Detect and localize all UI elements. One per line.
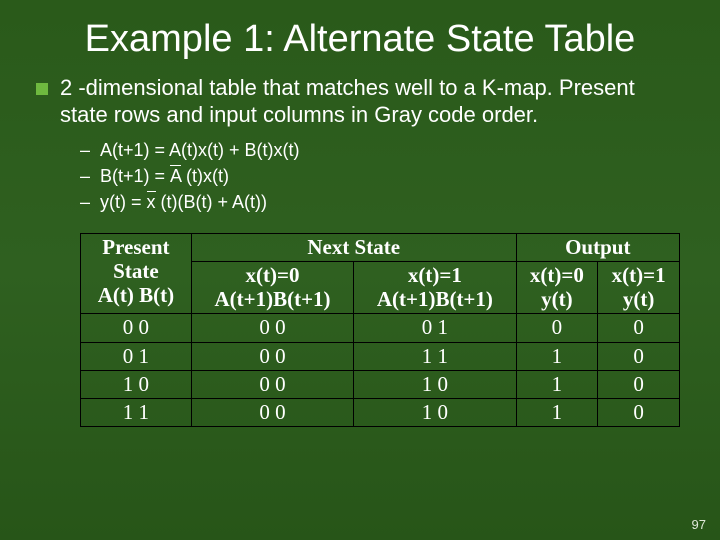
page-number: 97: [692, 517, 706, 532]
equation-2: –B(t+1) = A (t)x(t): [80, 163, 684, 189]
col-ns-x1: x(t)=1A(t+1)B(t+1): [354, 262, 516, 314]
slide-title: Example 1: Alternate State Table: [0, 0, 720, 70]
col-ns-x0: x(t)=0A(t+1)B(t+1): [191, 262, 353, 314]
equation-3: –y(t) = x (t)(B(t) + A(t)): [80, 189, 684, 215]
table-row: 0 10 01 110: [81, 342, 680, 370]
col-next-state: Next State: [191, 233, 516, 261]
col-present-state: Present State A(t) B(t): [81, 233, 192, 313]
table-row: 0 00 00 100: [81, 314, 680, 342]
overline-A: A: [170, 166, 181, 186]
overline-x: x: [147, 192, 156, 212]
table-row: 1 00 01 010: [81, 370, 680, 398]
bullet-text: 2 -dimensional table that matches well t…: [60, 74, 684, 129]
equation-list: –A(t+1) = A(t)x(t) + B(t)x(t) –B(t+1) = …: [80, 137, 684, 215]
bullet-icon: [36, 83, 48, 95]
col-out-x1: x(t)=1y(t): [598, 262, 680, 314]
col-out-x0: x(t)=0y(t): [516, 262, 598, 314]
table-row: 1 10 01 010: [81, 398, 680, 426]
state-table: Present State A(t) B(t) Next State Outpu…: [80, 233, 680, 427]
col-output: Output: [516, 233, 679, 261]
equation-1: –A(t+1) = A(t)x(t) + B(t)x(t): [80, 137, 684, 163]
